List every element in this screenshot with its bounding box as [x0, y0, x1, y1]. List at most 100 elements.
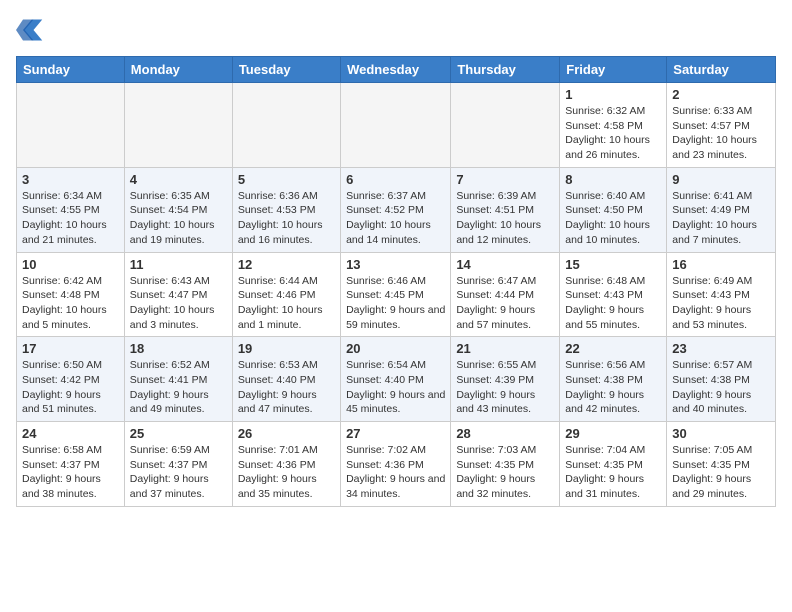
- day-info: Sunrise: 6:59 AMSunset: 4:37 PMDaylight:…: [130, 443, 227, 502]
- day-number: 13: [346, 257, 445, 272]
- calendar-header-row: SundayMondayTuesdayWednesdayThursdayFrid…: [17, 57, 776, 83]
- day-info: Sunrise: 6:41 AMSunset: 4:49 PMDaylight:…: [672, 189, 770, 248]
- calendar-cell: 29 Sunrise: 7:04 AMSunset: 4:35 PMDayligh…: [560, 422, 667, 507]
- weekday-header-sunday: Sunday: [17, 57, 125, 83]
- day-number: 23: [672, 341, 770, 356]
- calendar-cell: 19 Sunrise: 6:53 AMSunset: 4:40 PMDayligh…: [232, 337, 340, 422]
- day-info: Sunrise: 6:32 AMSunset: 4:58 PMDaylight:…: [565, 104, 661, 163]
- day-number: 7: [456, 172, 554, 187]
- calendar-cell: [124, 83, 232, 168]
- day-number: 19: [238, 341, 335, 356]
- day-number: 9: [672, 172, 770, 187]
- day-info: Sunrise: 6:50 AMSunset: 4:42 PMDaylight:…: [22, 358, 119, 417]
- weekday-header-monday: Monday: [124, 57, 232, 83]
- calendar-cell: 13 Sunrise: 6:46 AMSunset: 4:45 PMDayligh…: [341, 252, 451, 337]
- calendar: SundayMondayTuesdayWednesdayThursdayFrid…: [16, 56, 776, 507]
- day-number: 10: [22, 257, 119, 272]
- calendar-week-row: 1 Sunrise: 6:32 AMSunset: 4:58 PMDaylight…: [17, 83, 776, 168]
- calendar-week-row: 3 Sunrise: 6:34 AMSunset: 4:55 PMDaylight…: [17, 167, 776, 252]
- calendar-cell: 16 Sunrise: 6:49 AMSunset: 4:43 PMDayligh…: [667, 252, 776, 337]
- calendar-cell: [17, 83, 125, 168]
- day-info: Sunrise: 7:01 AMSunset: 4:36 PMDaylight:…: [238, 443, 335, 502]
- day-number: 2: [672, 87, 770, 102]
- day-info: Sunrise: 7:04 AMSunset: 4:35 PMDaylight:…: [565, 443, 661, 502]
- day-number: 5: [238, 172, 335, 187]
- day-number: 21: [456, 341, 554, 356]
- day-info: Sunrise: 6:48 AMSunset: 4:43 PMDaylight:…: [565, 274, 661, 333]
- calendar-cell: 28Sunrise: 7:03 AMSunset: 4:35 PMDayligh…: [451, 422, 560, 507]
- calendar-cell: 1 Sunrise: 6:32 AMSunset: 4:58 PMDaylight…: [560, 83, 667, 168]
- day-info: Sunrise: 6:58 AMSunset: 4:37 PMDaylight:…: [22, 443, 119, 502]
- day-info: Sunrise: 6:52 AMSunset: 4:41 PMDaylight:…: [130, 358, 227, 417]
- calendar-cell: 12 Sunrise: 6:44 AMSunset: 4:46 PMDayligh…: [232, 252, 340, 337]
- day-number: 24: [22, 426, 119, 441]
- calendar-cell: 24 Sunrise: 6:58 AMSunset: 4:37 PMDayligh…: [17, 422, 125, 507]
- calendar-cell: 6 Sunrise: 6:37 AMSunset: 4:52 PMDaylight…: [341, 167, 451, 252]
- calendar-cell: [451, 83, 560, 168]
- day-info: Sunrise: 6:42 AMSunset: 4:48 PMDaylight:…: [22, 274, 119, 333]
- calendar-cell: 9 Sunrise: 6:41 AMSunset: 4:49 PMDaylight…: [667, 167, 776, 252]
- day-number: 15: [565, 257, 661, 272]
- day-number: 3: [22, 172, 119, 187]
- calendar-cell: 10 Sunrise: 6:42 AMSunset: 4:48 PMDayligh…: [17, 252, 125, 337]
- day-number: 25: [130, 426, 227, 441]
- calendar-cell: 8 Sunrise: 6:40 AMSunset: 4:50 PMDaylight…: [560, 167, 667, 252]
- day-info: Sunrise: 6:44 AMSunset: 4:46 PMDaylight:…: [238, 274, 335, 333]
- calendar-cell: 17 Sunrise: 6:50 AMSunset: 4:42 PMDayligh…: [17, 337, 125, 422]
- weekday-header-friday: Friday: [560, 57, 667, 83]
- day-info: Sunrise: 6:35 AMSunset: 4:54 PMDaylight:…: [130, 189, 227, 248]
- day-info: Sunrise: 6:53 AMSunset: 4:40 PMDaylight:…: [238, 358, 335, 417]
- weekday-header-thursday: Thursday: [451, 57, 560, 83]
- day-info: Sunrise: 6:37 AMSunset: 4:52 PMDaylight:…: [346, 189, 445, 248]
- day-number: 27: [346, 426, 445, 441]
- weekday-header-wednesday: Wednesday: [341, 57, 451, 83]
- logo-icon: [16, 16, 44, 44]
- calendar-cell: 26 Sunrise: 7:01 AMSunset: 4:36 PMDayligh…: [232, 422, 340, 507]
- calendar-cell: [232, 83, 340, 168]
- day-number: 11: [130, 257, 227, 272]
- day-number: 6: [346, 172, 445, 187]
- day-number: 8: [565, 172, 661, 187]
- day-info: Sunrise: 6:55 AMSunset: 4:39 PMDaylight:…: [456, 358, 554, 417]
- day-number: 17: [22, 341, 119, 356]
- day-info: Sunrise: 6:56 AMSunset: 4:38 PMDaylight:…: [565, 358, 661, 417]
- calendar-week-row: 10 Sunrise: 6:42 AMSunset: 4:48 PMDayligh…: [17, 252, 776, 337]
- calendar-cell: 14 Sunrise: 6:47 AMSunset: 4:44 PMDayligh…: [451, 252, 560, 337]
- calendar-cell: 23 Sunrise: 6:57 AMSunset: 4:38 PMDayligh…: [667, 337, 776, 422]
- weekday-header-saturday: Saturday: [667, 57, 776, 83]
- day-number: 18: [130, 341, 227, 356]
- calendar-cell: 30Sunrise: 7:05 AMSunset: 4:35 PMDayligh…: [667, 422, 776, 507]
- day-info: Sunrise: 6:49 AMSunset: 4:43 PMDaylight:…: [672, 274, 770, 333]
- calendar-cell: 18 Sunrise: 6:52 AMSunset: 4:41 PMDayligh…: [124, 337, 232, 422]
- day-number: 1: [565, 87, 661, 102]
- calendar-cell: 11 Sunrise: 6:43 AMSunset: 4:47 PMDayligh…: [124, 252, 232, 337]
- day-info: Sunrise: 6:33 AMSunset: 4:57 PMDaylight:…: [672, 104, 770, 163]
- calendar-cell: 25 Sunrise: 6:59 AMSunset: 4:37 PMDayligh…: [124, 422, 232, 507]
- calendar-cell: 20Sunrise: 6:54 AMSunset: 4:40 PMDayligh…: [341, 337, 451, 422]
- day-number: 12: [238, 257, 335, 272]
- day-info: Sunrise: 6:43 AMSunset: 4:47 PMDaylight:…: [130, 274, 227, 333]
- day-number: 28: [456, 426, 554, 441]
- calendar-cell: 27 Sunrise: 7:02 AMSunset: 4:36 PMDayligh…: [341, 422, 451, 507]
- calendar-cell: 3 Sunrise: 6:34 AMSunset: 4:55 PMDaylight…: [17, 167, 125, 252]
- logo: [16, 16, 48, 44]
- day-number: 16: [672, 257, 770, 272]
- day-info: Sunrise: 6:39 AMSunset: 4:51 PMDaylight:…: [456, 189, 554, 248]
- day-info: Sunrise: 6:47 AMSunset: 4:44 PMDaylight:…: [456, 274, 554, 333]
- day-info: Sunrise: 6:46 AMSunset: 4:45 PMDaylight:…: [346, 274, 445, 333]
- day-info: Sunrise: 7:02 AMSunset: 4:36 PMDaylight:…: [346, 443, 445, 502]
- calendar-cell: 4Sunrise: 6:35 AMSunset: 4:54 PMDaylight…: [124, 167, 232, 252]
- day-info: Sunrise: 6:57 AMSunset: 4:38 PMDaylight:…: [672, 358, 770, 417]
- day-number: 26: [238, 426, 335, 441]
- calendar-cell: 22Sunrise: 6:56 AMSunset: 4:38 PMDayligh…: [560, 337, 667, 422]
- calendar-cell: 21 Sunrise: 6:55 AMSunset: 4:39 PMDayligh…: [451, 337, 560, 422]
- day-number: 14: [456, 257, 554, 272]
- calendar-cell: [341, 83, 451, 168]
- weekday-header-tuesday: Tuesday: [232, 57, 340, 83]
- day-info: Sunrise: 7:05 AMSunset: 4:35 PMDaylight:…: [672, 443, 770, 502]
- day-number: 29: [565, 426, 661, 441]
- day-info: Sunrise: 6:40 AMSunset: 4:50 PMDaylight:…: [565, 189, 661, 248]
- calendar-cell: 2 Sunrise: 6:33 AMSunset: 4:57 PMDaylight…: [667, 83, 776, 168]
- calendar-cell: 15 Sunrise: 6:48 AMSunset: 4:43 PMDayligh…: [560, 252, 667, 337]
- day-info: Sunrise: 6:34 AMSunset: 4:55 PMDaylight:…: [22, 189, 119, 248]
